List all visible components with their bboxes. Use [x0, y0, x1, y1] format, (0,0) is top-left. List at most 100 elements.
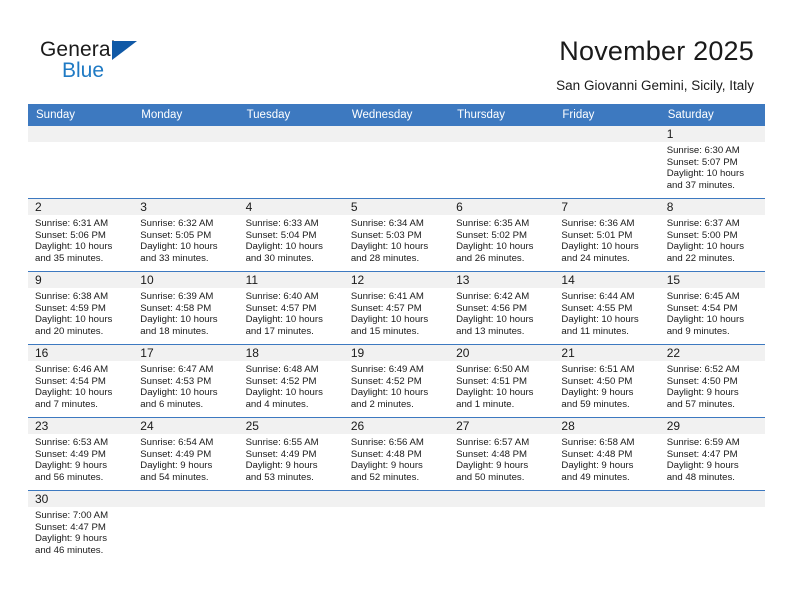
calendar-cell-empty	[449, 126, 555, 199]
calendar-day-cell[interactable]: 7 Sunrise: 6:36 AM Sunset: 5:01 PM Daylight…	[554, 198, 660, 272]
calendar-day-cell[interactable]: 13 Sunrise: 6:42 AM Sunset: 4:56 PM Dayligh…	[449, 271, 555, 345]
daylight-text-line2: and 11 minutes.	[561, 325, 629, 337]
sunset-text: Sunset: 5:07 PM	[666, 156, 738, 168]
sunset-text: Sunset: 4:48 PM	[561, 448, 633, 460]
sunset-text: Sunset: 4:54 PM	[666, 302, 738, 314]
daylight-text-line1: Daylight: 10 hours	[140, 241, 218, 253]
sunrise-text: Sunrise: 6:54 AM	[140, 437, 214, 448]
calendar-day-cell[interactable]: 30 Sunrise: 7:00 AM Sunset: 4:47 PM Dayligh…	[28, 490, 134, 569]
sunset-text: Sunset: 5:02 PM	[456, 229, 528, 241]
day-number: 22	[659, 345, 765, 361]
daylight-text-line1: Daylight: 10 hours	[350, 241, 429, 253]
sunset-text: Sunset: 5:05 PM	[140, 229, 212, 241]
daylight-text-line1: Daylight: 10 hours	[666, 241, 745, 253]
calendar-day-cell[interactable]: 15 Sunrise: 6:45 AM Sunset: 4:54 PM Dayligh…	[659, 271, 765, 345]
daylight-text-line1: Daylight: 9 hours	[666, 387, 739, 399]
day-number: 4	[238, 199, 344, 215]
daylight-text-line1: Daylight: 9 hours	[666, 460, 739, 472]
day-details: Sunrise: 6:53 AM Sunset: 4:49 PM Daylight:…	[28, 434, 133, 483]
calendar-cell-empty	[343, 490, 450, 569]
daylight-text-line2: and 22 minutes.	[666, 252, 735, 264]
day-details: Sunrise: 6:50 AM Sunset: 4:51 PM Daylight:…	[449, 361, 554, 410]
calendar-day-cell[interactable]: 11 Sunrise: 6:40 AM Sunset: 4:57 PM Dayligh…	[238, 271, 344, 345]
day-details: Sunrise: 6:52 AM Sunset: 4:50 PM Daylight:…	[660, 361, 765, 410]
calendar-week-row: 16 Sunrise: 6:46 AM Sunset: 4:54 PM Dayligh…	[28, 344, 765, 418]
day-number	[343, 126, 450, 142]
day-details: Sunrise: 6:33 AM Sunset: 5:04 PM Daylight:…	[239, 215, 344, 264]
day-number: 14	[554, 272, 660, 288]
day-number: 17	[133, 345, 239, 361]
calendar-day-cell[interactable]: 6 Sunrise: 6:35 AM Sunset: 5:02 PM Daylight…	[449, 198, 555, 272]
calendar-body: 1 Sunrise: 6:30 AM Sunset: 5:07 PM Daylight…	[28, 126, 765, 569]
page-header: General Blue November 2025 San Giovanni …	[0, 0, 792, 104]
calendar-day-cell[interactable]: 12 Sunrise: 6:41 AM Sunset: 4:57 PM Dayligh…	[343, 271, 450, 345]
daylight-text-line1: Daylight: 9 hours	[35, 533, 107, 545]
daylight-text-line2: and 30 minutes.	[245, 252, 314, 264]
general-blue-logo[interactable]: General Blue	[40, 38, 170, 86]
calendar-day-cell[interactable]: 4 Sunrise: 6:33 AM Sunset: 5:04 PM Daylight…	[238, 198, 344, 272]
calendar-day-cell[interactable]: 22 Sunrise: 6:52 AM Sunset: 4:50 PM Dayligh…	[659, 344, 765, 418]
day-number: 20	[449, 345, 555, 361]
page-title: November 2025	[559, 36, 754, 66]
daylight-text-line2: and 57 minutes.	[666, 398, 735, 410]
sunrise-text: Sunrise: 6:38 AM	[35, 291, 109, 302]
day-details: Sunrise: 6:30 AM Sunset: 5:07 PM Daylight:…	[660, 142, 765, 191]
calendar-day-cell[interactable]: 3 Sunrise: 6:32 AM Sunset: 5:05 PM Daylight…	[133, 198, 239, 272]
day-number: 3	[133, 199, 239, 215]
calendar-week-row: 23 Sunrise: 6:53 AM Sunset: 4:49 PM Dayligh…	[28, 417, 765, 491]
sunset-text: Sunset: 4:47 PM	[35, 521, 106, 533]
calendar-day-cell[interactable]: 23 Sunrise: 6:53 AM Sunset: 4:49 PM Dayligh…	[28, 417, 134, 491]
calendar-day-cell[interactable]: 21 Sunrise: 6:51 AM Sunset: 4:50 PM Dayligh…	[554, 344, 660, 418]
day-number	[238, 126, 344, 142]
day-details: Sunrise: 6:59 AM Sunset: 4:47 PM Daylight:…	[660, 434, 765, 483]
sunrise-text: Sunrise: 6:53 AM	[35, 437, 109, 448]
calendar-day-cell[interactable]: 14 Sunrise: 6:44 AM Sunset: 4:55 PM Dayligh…	[554, 271, 660, 345]
calendar-day-cell[interactable]: 2 Sunrise: 6:31 AM Sunset: 5:06 PM Daylight…	[28, 198, 134, 272]
day-number: 13	[449, 272, 555, 288]
calendar-day-cell[interactable]: 20 Sunrise: 6:50 AM Sunset: 4:51 PM Dayligh…	[449, 344, 555, 418]
calendar-day-cell[interactable]: 28 Sunrise: 6:58 AM Sunset: 4:48 PM Dayligh…	[554, 417, 660, 491]
sunset-text: Sunset: 4:49 PM	[140, 448, 212, 460]
day-number: 2	[28, 199, 134, 215]
weekday-header-tuesday: Tuesday	[238, 104, 344, 126]
day-details: Sunrise: 6:38 AM Sunset: 4:59 PM Daylight:…	[28, 288, 133, 337]
calendar-day-cell[interactable]: 1 Sunrise: 6:30 AM Sunset: 5:07 PM Daylight…	[659, 126, 765, 199]
calendar-day-cell[interactable]: 5 Sunrise: 6:34 AM Sunset: 5:03 PM Daylight…	[343, 198, 450, 272]
calendar-day-cell[interactable]: 26 Sunrise: 6:56 AM Sunset: 4:48 PM Dayligh…	[343, 417, 450, 491]
daylight-text-line2: and 48 minutes.	[666, 471, 735, 483]
calendar-day-cell[interactable]: 10 Sunrise: 6:39 AM Sunset: 4:58 PM Dayligh…	[133, 271, 239, 345]
daylight-text-line2: and 6 minutes.	[140, 398, 204, 410]
calendar-day-cell[interactable]: 24 Sunrise: 6:54 AM Sunset: 4:49 PM Dayligh…	[133, 417, 239, 491]
daylight-text-line1: Daylight: 10 hours	[456, 314, 534, 326]
daylight-text-line1: Daylight: 9 hours	[35, 460, 107, 472]
calendar-day-cell[interactable]: 18 Sunrise: 6:48 AM Sunset: 4:52 PM Dayligh…	[238, 344, 344, 418]
calendar-day-cell[interactable]: 9 Sunrise: 6:38 AM Sunset: 4:59 PM Daylight…	[28, 271, 134, 345]
calendar-day-cell[interactable]: 19 Sunrise: 6:49 AM Sunset: 4:52 PM Dayligh…	[343, 344, 450, 418]
sunset-text: Sunset: 4:54 PM	[35, 375, 106, 387]
sunset-text: Sunset: 4:48 PM	[350, 448, 422, 460]
daylight-text-line2: and 1 minute.	[456, 398, 515, 410]
day-number: 29	[659, 418, 765, 434]
calendar-cell-empty	[28, 126, 134, 199]
calendar-day-cell[interactable]: 29 Sunrise: 6:59 AM Sunset: 4:47 PM Dayligh…	[659, 417, 765, 491]
calendar-week-row: 1 Sunrise: 6:30 AM Sunset: 5:07 PM Daylight…	[28, 126, 765, 199]
calendar-day-cell[interactable]: 16 Sunrise: 6:46 AM Sunset: 4:54 PM Dayligh…	[28, 344, 134, 418]
daylight-text-line1: Daylight: 9 hours	[561, 460, 634, 472]
day-number: 27	[449, 418, 555, 434]
weekday-header-friday: Friday	[554, 104, 660, 126]
calendar-day-cell[interactable]: 25 Sunrise: 6:55 AM Sunset: 4:49 PM Dayligh…	[238, 417, 344, 491]
daylight-text-line2: and 7 minutes.	[35, 398, 98, 410]
sunrise-text: Sunrise: 6:52 AM	[666, 364, 740, 375]
calendar-header-row: Sunday Monday Tuesday Wednesday Thursday…	[28, 104, 765, 126]
calendar-day-cell[interactable]: 27 Sunrise: 6:57 AM Sunset: 4:48 PM Dayligh…	[449, 417, 555, 491]
calendar-day-cell[interactable]: 17 Sunrise: 6:47 AM Sunset: 4:53 PM Dayligh…	[133, 344, 239, 418]
day-details: Sunrise: 6:54 AM Sunset: 4:49 PM Daylight:…	[133, 434, 238, 483]
sunset-text: Sunset: 5:04 PM	[245, 229, 317, 241]
sunrise-text: Sunrise: 6:39 AM	[140, 291, 214, 302]
calendar-day-cell[interactable]: 8 Sunrise: 6:37 AM Sunset: 5:00 PM Daylight…	[659, 198, 765, 272]
daylight-text-line1: Daylight: 10 hours	[140, 314, 218, 326]
day-number: 24	[133, 418, 239, 434]
day-number: 30	[28, 491, 134, 507]
day-number: 16	[28, 345, 134, 361]
sunrise-text: Sunrise: 6:57 AM	[456, 437, 530, 448]
